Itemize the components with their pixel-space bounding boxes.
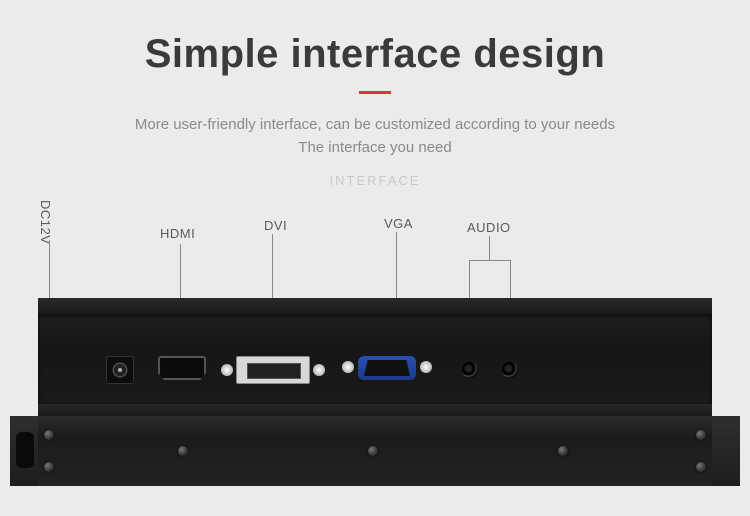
section-eyebrow: INTERFACE [0,173,750,188]
page-title: Simple interface design [0,32,750,77]
label-dc12v: DC12V [38,200,53,244]
leader-line-audio-stem [489,236,490,260]
screw-icon [368,446,378,456]
subtitle-line-2: The interface you need [0,137,750,160]
subtitle-line-1: More user-friendly interface, can be cus… [0,114,750,137]
screw-icon [558,446,568,456]
vga-port [358,356,416,380]
screw-icon [44,430,54,440]
mounting-flange [38,416,712,486]
header: Simple interface design More user-friend… [0,0,750,188]
audio-jack-1 [462,362,478,378]
screw-icon [696,462,706,472]
dvi-port [236,356,310,384]
mounting-slot-right [716,432,734,468]
label-hdmi: HDMI [160,226,195,241]
screw-icon [44,462,54,472]
audio-jack-2 [502,362,518,378]
screw-icon [696,430,706,440]
device-body [38,314,712,404]
device-rear-panel [38,298,712,484]
device-top-edge [38,298,712,314]
leader-line-audio-top [469,260,511,261]
label-vga: VGA [384,216,413,231]
mounting-slot-left [16,432,34,468]
screw-icon [178,446,188,456]
dc-jack-port [106,356,134,384]
hdmi-port [158,356,206,380]
label-dvi: DVI [264,218,287,233]
title-underline [359,91,391,94]
device-bottom-edge [38,404,712,416]
label-audio: AUDIO [467,220,511,235]
